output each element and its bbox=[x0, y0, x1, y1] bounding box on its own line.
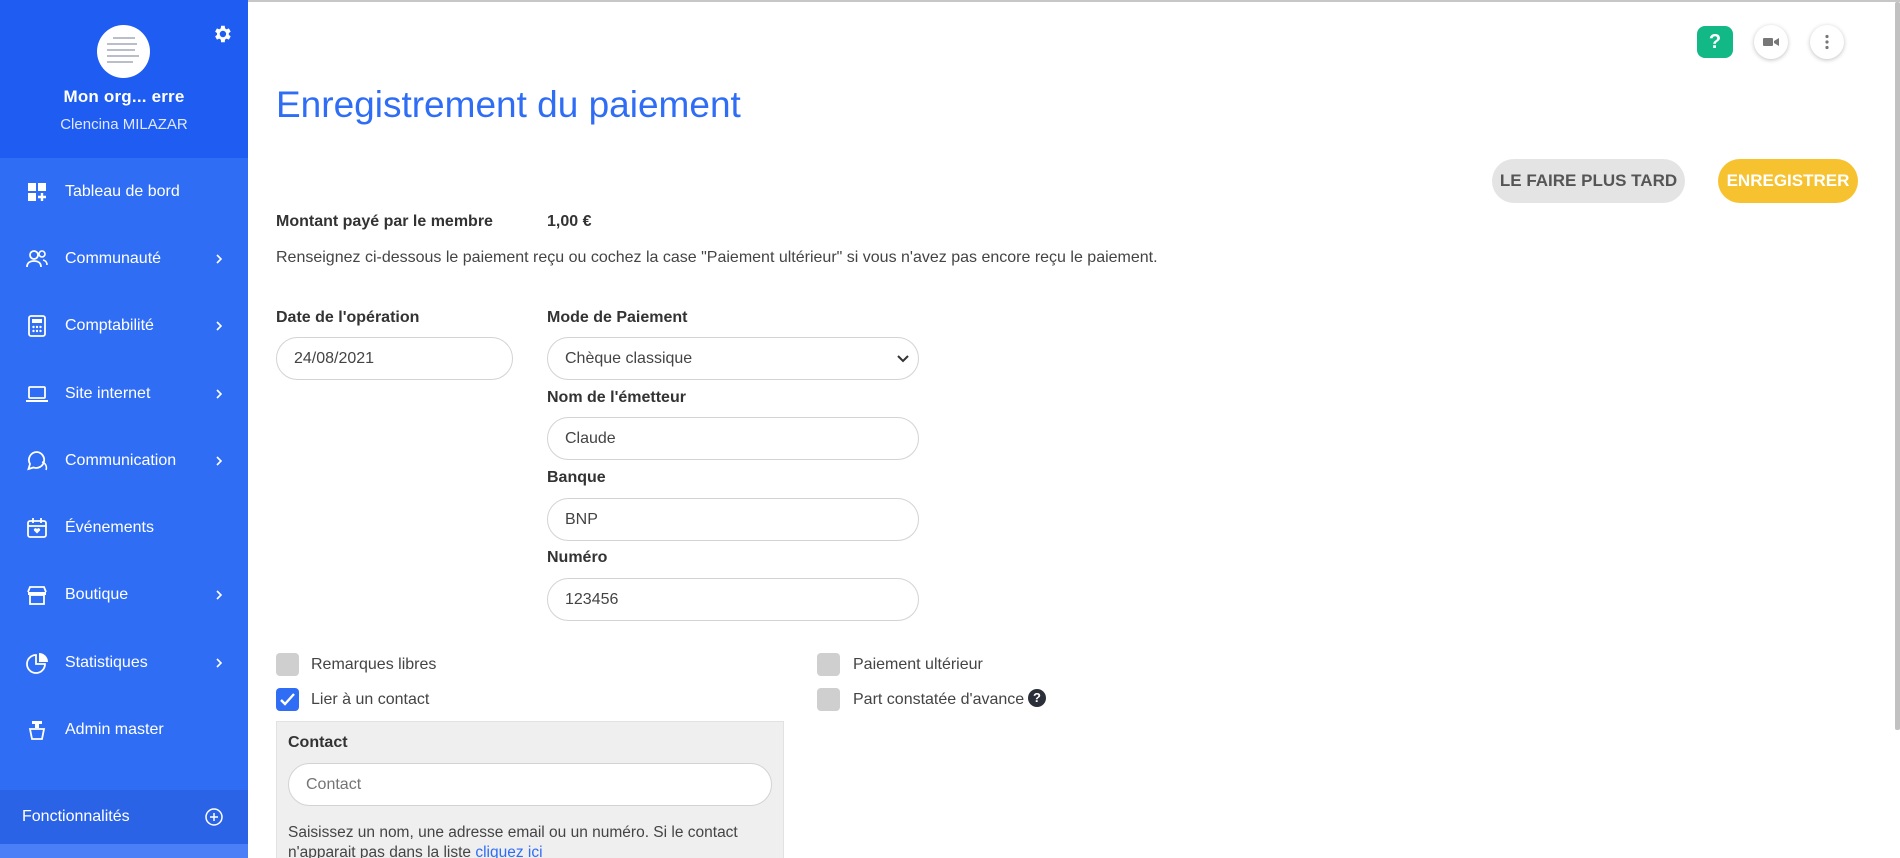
sidebar-item-shop[interactable]: Boutique bbox=[0, 562, 248, 629]
issuer-label: Nom de l'émetteur bbox=[547, 389, 686, 406]
org-logo[interactable] bbox=[97, 25, 150, 78]
sidebar: Mon org... erre Clencina MILAZAR Tableau… bbox=[0, 0, 248, 858]
page-scrollbar[interactable] bbox=[1895, 2, 1900, 730]
chevron-right-icon bbox=[216, 388, 223, 399]
contact-hint: Saisissez un nom, une adresse email ou u… bbox=[288, 823, 758, 858]
sidebar-item-statistics[interactable]: Statistiques bbox=[0, 629, 248, 696]
sidebar-item-website[interactable]: Site internet bbox=[0, 360, 248, 427]
sidebar-item-label: Site internet bbox=[65, 384, 151, 402]
admin-icon bbox=[28, 721, 46, 740]
info-question-icon[interactable]: ? bbox=[1028, 689, 1046, 707]
contact-panel: Contact Saisissez un nom, une adresse em… bbox=[276, 721, 784, 858]
advance-share-label[interactable]: Part constatée d'avance bbox=[853, 691, 1024, 709]
sidebar-item-dashboard[interactable]: Tableau de bord bbox=[0, 158, 248, 225]
sidebar-footer bbox=[0, 844, 248, 858]
add-circle-icon[interactable] bbox=[204, 807, 224, 827]
date-field[interactable]: 24/08/2021 bbox=[276, 337, 513, 380]
amount-value: 1,00 € bbox=[547, 213, 592, 230]
payment-mode-select[interactable]: Chèque classique bbox=[547, 337, 919, 380]
calculator-icon bbox=[28, 315, 46, 338]
sidebar-item-label: Boutique bbox=[65, 586, 129, 604]
bank-label: Banque bbox=[547, 469, 606, 486]
contact-label: Contact bbox=[288, 734, 348, 751]
intro-text: Renseignez ci-dessous le paiement reçu o… bbox=[276, 249, 1158, 266]
later-payment-checkbox[interactable] bbox=[817, 653, 840, 676]
free-remarks-label[interactable]: Remarques libres bbox=[311, 656, 436, 674]
features-label: Fonctionnalités bbox=[22, 808, 130, 825]
laptop-icon bbox=[26, 385, 48, 402]
sidebar-item-label: Tableau de bord bbox=[65, 182, 180, 200]
chevron-right-icon bbox=[216, 658, 223, 668]
click-here-link[interactable]: cliquez ici bbox=[475, 844, 542, 858]
bank-field[interactable]: BNP bbox=[547, 498, 919, 541]
sidebar-item-label: Admin master bbox=[65, 721, 164, 739]
sidebar-item-accounting[interactable]: Comptabilité bbox=[0, 293, 248, 360]
sidebar-menu: Tableau de bord Communauté Comptabilité … bbox=[0, 158, 248, 764]
video-button[interactable] bbox=[1754, 25, 1788, 59]
sidebar-item-label: Communication bbox=[65, 451, 177, 469]
number-label: Numéro bbox=[547, 549, 608, 566]
number-field[interactable]: 123456 bbox=[547, 578, 919, 621]
sidebar-item-label: Événements bbox=[65, 519, 154, 537]
chevron-right-icon bbox=[216, 456, 223, 466]
more-vertical-icon bbox=[1825, 34, 1829, 50]
date-label: Date de l'opération bbox=[276, 309, 420, 326]
sidebar-item-communication[interactable]: Communication bbox=[0, 427, 248, 494]
link-contact-checkbox[interactable] bbox=[276, 688, 299, 711]
payment-mode-label: Mode de Paiement bbox=[547, 309, 688, 326]
sidebar-item-admin-master[interactable]: Admin master bbox=[0, 696, 248, 763]
help-button[interactable]: ? bbox=[1697, 26, 1733, 58]
chevron-right-icon bbox=[216, 321, 223, 331]
advance-share-checkbox[interactable] bbox=[817, 688, 840, 711]
features-section[interactable]: Fonctionnalités bbox=[0, 790, 248, 844]
top-divider bbox=[248, 0, 1900, 2]
chevron-right-icon bbox=[216, 254, 223, 264]
save-button[interactable]: ENREGISTRER bbox=[1718, 159, 1858, 203]
later-payment-label[interactable]: Paiement ultérieur bbox=[853, 656, 983, 674]
settings-gear-icon[interactable] bbox=[211, 23, 233, 45]
link-contact-label[interactable]: Lier à un contact bbox=[311, 691, 429, 709]
more-options-button[interactable] bbox=[1810, 25, 1844, 59]
dashboard-icon bbox=[28, 182, 46, 201]
sidebar-item-label: Communauté bbox=[65, 249, 162, 267]
issuer-field[interactable]: Claude bbox=[547, 417, 919, 460]
video-camera-icon bbox=[1763, 38, 1779, 46]
sidebar-item-label: Statistiques bbox=[65, 653, 148, 671]
user-name: Clencina MILAZAR bbox=[60, 116, 188, 133]
page-title: Enregistrement du paiement bbox=[276, 84, 741, 125]
org-name[interactable]: Mon org... erre bbox=[0, 87, 248, 107]
chat-icon bbox=[27, 450, 48, 471]
chevron-down-icon bbox=[897, 355, 909, 363]
users-icon bbox=[26, 250, 48, 268]
store-icon bbox=[27, 586, 47, 606]
calendar-icon bbox=[27, 518, 47, 539]
sidebar-item-events[interactable]: Événements bbox=[0, 494, 248, 561]
sidebar-header: Mon org... erre Clencina MILAZAR bbox=[0, 0, 248, 158]
amount-label: Montant payé par le membre bbox=[276, 213, 493, 230]
checkmark-icon bbox=[280, 693, 295, 706]
contact-input[interactable] bbox=[288, 763, 772, 806]
sidebar-item-community[interactable]: Communauté bbox=[0, 225, 248, 292]
chevron-right-icon bbox=[216, 590, 223, 600]
do-later-button[interactable]: LE FAIRE PLUS TARD bbox=[1492, 159, 1685, 203]
free-remarks-checkbox[interactable] bbox=[276, 653, 299, 676]
pie-chart-icon bbox=[26, 652, 48, 674]
sidebar-item-label: Comptabilité bbox=[65, 317, 154, 335]
